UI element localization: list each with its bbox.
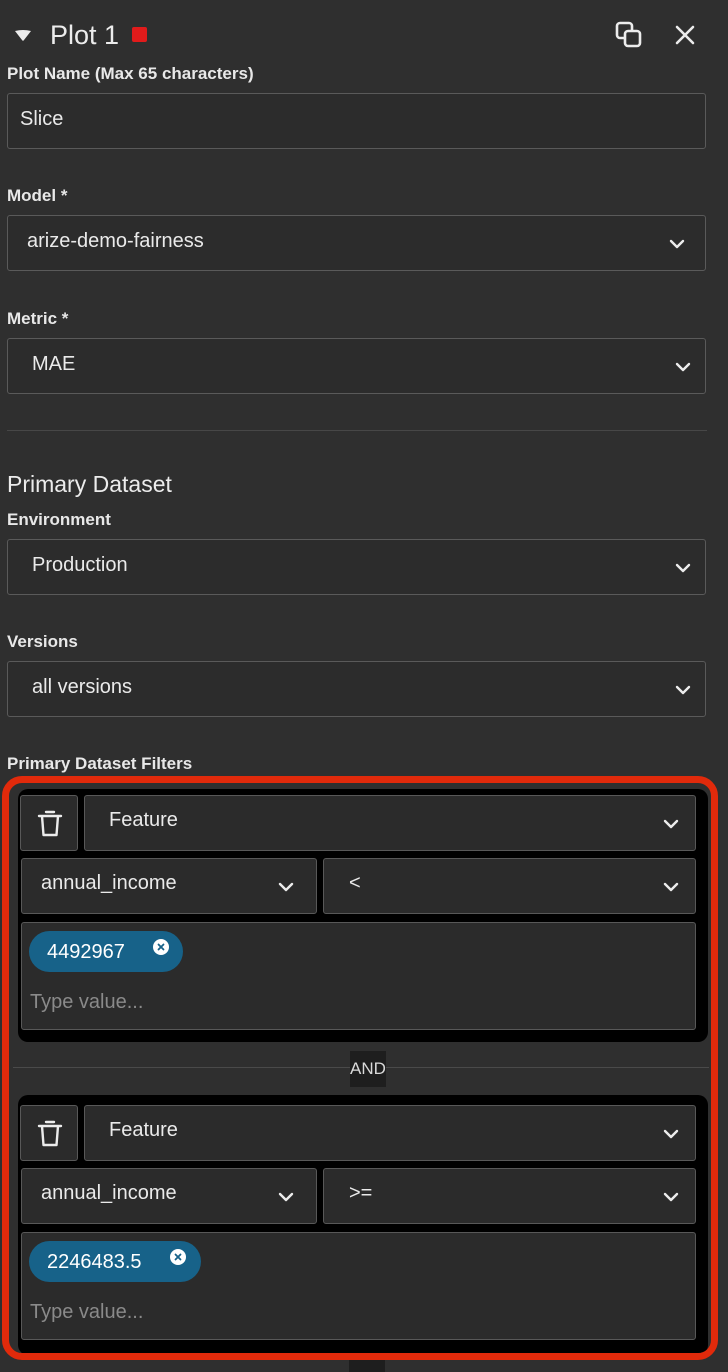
chevron-down-icon: [663, 819, 679, 829]
versions-value: all versions: [32, 676, 133, 698]
chevron-down-icon: [278, 882, 294, 892]
filter-feature-select[interactable]: annual_income: [21, 858, 317, 914]
value-tag: 4492967: [29, 931, 183, 972]
remove-tag-icon[interactable]: [170, 1249, 186, 1265]
delete-filter-button[interactable]: [20, 795, 78, 851]
plot-panel: Plot 1 Plot Name (Max 65 characters) Sli…: [0, 0, 728, 1372]
filter-feature-value: annual_income: [41, 872, 177, 894]
status-indicator: [132, 27, 147, 42]
filter-operator-select[interactable]: <: [323, 858, 696, 914]
metric-select[interactable]: MAE: [7, 338, 706, 394]
filter-feature-value: annual_income: [41, 1182, 177, 1204]
filters-label: Primary Dataset Filters: [7, 754, 193, 773]
value-input[interactable]: [30, 1297, 670, 1327]
filters-highlight: Feature annual_income < 4492967 Type val…: [2, 776, 718, 1360]
environment-select[interactable]: Production: [7, 539, 706, 595]
chevron-down-icon: [663, 882, 679, 892]
filter-feature-select[interactable]: annual_income: [21, 1168, 317, 1224]
chevron-down-icon: [675, 563, 691, 573]
model-label: Model *: [7, 186, 68, 205]
plot-title[interactable]: Plot 1: [50, 17, 119, 53]
close-icon[interactable]: [672, 22, 698, 48]
filter-type-value: Feature: [109, 809, 178, 831]
chevron-down-icon: [663, 1192, 679, 1202]
caret-down-icon[interactable]: [13, 26, 33, 44]
chevron-down-icon: [675, 685, 691, 695]
plot-name-label: Plot Name (Max 65 characters): [7, 64, 254, 83]
value-tag-text: 2246483.5: [47, 1251, 142, 1273]
filter-value-box[interactable]: 4492967: [21, 922, 696, 1030]
conjunction-badge[interactable]: AND: [350, 1051, 386, 1087]
trash-icon: [37, 810, 63, 837]
filter-operator-value: <: [349, 872, 361, 894]
value-tag-text: 4492967: [47, 941, 125, 963]
environment-value: Production: [32, 554, 128, 576]
section-divider: [7, 430, 707, 431]
chevron-down-icon: [669, 239, 685, 249]
filter-card-1: Feature annual_income < 4492967: [18, 789, 708, 1042]
chevron-down-icon: [675, 362, 691, 372]
filter-type-select[interactable]: Feature: [84, 795, 696, 851]
plot-header: Plot 1: [0, 0, 728, 70]
delete-filter-button[interactable]: [20, 1105, 78, 1161]
environment-label: Environment: [7, 510, 111, 529]
chevron-down-icon: [278, 1192, 294, 1202]
filter-type-value: Feature: [109, 1119, 178, 1141]
model-select[interactable]: arize-demo-fairness: [7, 215, 706, 271]
plot-name-value: Slice: [20, 108, 64, 130]
versions-select[interactable]: all versions: [7, 661, 706, 717]
filter-value-box[interactable]: 2246483.5: [21, 1232, 696, 1340]
chevron-down-icon: [663, 1129, 679, 1139]
filter-operator-value: >=: [349, 1182, 373, 1204]
filter-card-2: Feature annual_income >= 2246483.5: [18, 1095, 708, 1353]
metric-value: MAE: [32, 353, 76, 375]
value-input[interactable]: [30, 987, 670, 1017]
metric-label: Metric *: [7, 309, 69, 328]
filter-type-select[interactable]: Feature: [84, 1105, 696, 1161]
next-conjunction-badge: [349, 1360, 385, 1372]
value-tag: 2246483.5: [29, 1241, 201, 1282]
duplicate-icon[interactable]: [614, 20, 644, 50]
primary-dataset-title: Primary Dataset: [7, 471, 172, 497]
versions-label: Versions: [7, 632, 78, 651]
filter-operator-select[interactable]: >=: [323, 1168, 696, 1224]
remove-tag-icon[interactable]: [153, 939, 169, 955]
model-value: arize-demo-fairness: [27, 230, 204, 252]
trash-icon: [37, 1120, 63, 1147]
plot-name-input[interactable]: Slice: [7, 93, 706, 149]
